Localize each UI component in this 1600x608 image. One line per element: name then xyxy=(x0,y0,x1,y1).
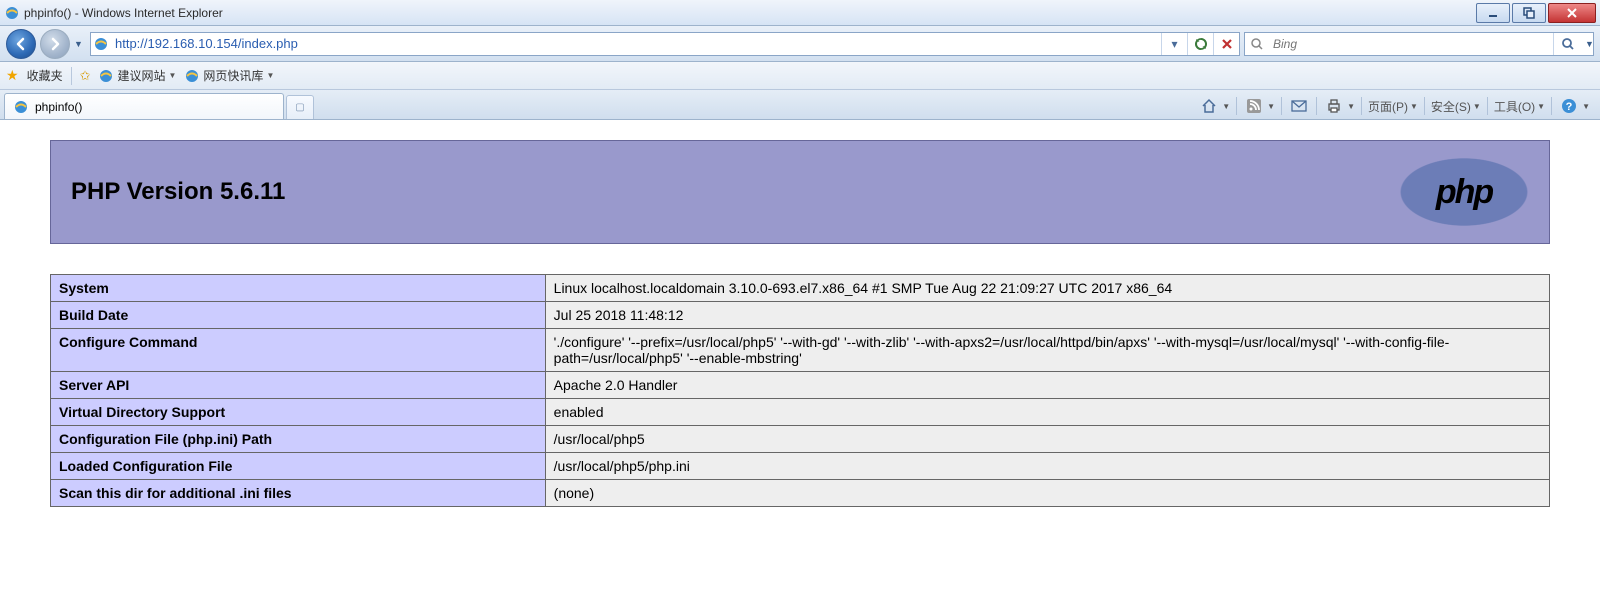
close-button[interactable] xyxy=(1548,3,1596,23)
new-tab-button[interactable]: ▢ xyxy=(286,95,314,119)
search-button[interactable] xyxy=(1553,33,1581,55)
chevron-down-icon: ▼ xyxy=(1473,102,1481,111)
window-titlebar: phpinfo() - Windows Internet Explorer xyxy=(0,0,1600,26)
safety-menu[interactable]: 安全(S) ▼ xyxy=(1431,98,1481,115)
safety-menu-label: 安全(S) xyxy=(1431,98,1471,115)
maximize-button[interactable] xyxy=(1512,3,1546,23)
navigation-bar: ▼ ▾ ▼ xyxy=(0,26,1600,62)
info-key: Server API xyxy=(51,372,546,399)
info-value: './configure' '--prefix=/usr/local/php5'… xyxy=(545,329,1549,372)
command-bar: ▼ ▼ ▼ 页面(P) ▼ 安全(S) ▼ 工具(O) ▼ ? xyxy=(1198,96,1596,119)
print-dropdown[interactable]: ▼ xyxy=(1347,102,1355,111)
tab-phpinfo[interactable]: phpinfo() xyxy=(4,93,284,119)
help-dropdown[interactable]: ▼ xyxy=(1582,102,1590,111)
page-icon xyxy=(91,36,111,52)
address-dropdown[interactable]: ▾ xyxy=(1161,33,1187,55)
info-value: /usr/local/php5 xyxy=(545,426,1549,453)
info-value: Linux localhost.localdomain 3.10.0-693.e… xyxy=(545,275,1549,302)
table-row: Virtual Directory Supportenabled xyxy=(51,399,1550,426)
info-value: (none) xyxy=(545,480,1549,507)
info-value: Apache 2.0 Handler xyxy=(545,372,1549,399)
add-favorite-icon[interactable]: ✩ xyxy=(80,68,91,84)
address-bar: ▾ xyxy=(90,32,1240,56)
forward-button[interactable] xyxy=(40,29,70,59)
window-title: phpinfo() - Windows Internet Explorer xyxy=(24,6,223,20)
home-dropdown[interactable]: ▼ xyxy=(1222,102,1230,111)
table-row: Loaded Configuration File/usr/local/php5… xyxy=(51,453,1550,480)
svg-text:?: ? xyxy=(1566,101,1573,113)
chevron-down-icon: ▼ xyxy=(266,71,274,80)
table-row: Configure Command'./configure' '--prefix… xyxy=(51,329,1550,372)
web-slice-label: 网页快讯库 xyxy=(203,67,263,84)
tools-menu[interactable]: 工具(O) ▼ xyxy=(1494,98,1545,115)
info-key: System xyxy=(51,275,546,302)
suggested-sites-label: 建议网站 xyxy=(117,67,165,84)
home-button[interactable] xyxy=(1198,96,1220,116)
info-key: Configuration File (php.ini) Path xyxy=(51,426,546,453)
page-menu[interactable]: 页面(P) ▼ xyxy=(1368,98,1418,115)
minimize-button[interactable] xyxy=(1476,3,1510,23)
suggested-sites-link[interactable]: 建议网站 ▼ xyxy=(98,67,176,84)
refresh-button[interactable] xyxy=(1187,33,1213,55)
favorites-bar: ★ 收藏夹 ✩ 建议网站 ▼ 网页快讯库 ▼ xyxy=(0,62,1600,90)
info-key: Loaded Configuration File xyxy=(51,453,546,480)
ie-icon xyxy=(4,5,20,21)
print-button[interactable] xyxy=(1323,96,1345,116)
info-value: Jul 25 2018 11:48:12 xyxy=(545,302,1549,329)
search-bar: ▼ xyxy=(1244,32,1594,56)
table-row: Scan this dir for additional .ini files(… xyxy=(51,480,1550,507)
url-input[interactable] xyxy=(111,34,1161,53)
page-menu-label: 页面(P) xyxy=(1368,98,1408,115)
php-logo-text: php xyxy=(1436,173,1492,212)
info-value: enabled xyxy=(545,399,1549,426)
info-key: Scan this dir for additional .ini files xyxy=(51,480,546,507)
info-key: Virtual Directory Support xyxy=(51,399,546,426)
mail-button[interactable] xyxy=(1288,97,1310,115)
rss-dropdown[interactable]: ▼ xyxy=(1267,102,1275,111)
back-button[interactable] xyxy=(6,29,36,59)
info-value: /usr/local/php5/php.ini xyxy=(545,453,1549,480)
chevron-down-icon: ▼ xyxy=(1537,102,1545,111)
page-viewport[interactable]: PHP Version 5.6.11 php SystemLinux local… xyxy=(0,120,1600,608)
table-row: Configuration File (php.ini) Path/usr/lo… xyxy=(51,426,1550,453)
stop-button[interactable] xyxy=(1213,33,1239,55)
favorites-label[interactable]: 收藏夹 xyxy=(27,67,63,84)
phpinfo-header: PHP Version 5.6.11 php xyxy=(50,140,1550,244)
info-key: Configure Command xyxy=(51,329,546,372)
table-row: SystemLinux localhost.localdomain 3.10.0… xyxy=(51,275,1550,302)
rss-button[interactable] xyxy=(1243,96,1265,116)
ie-icon xyxy=(13,99,29,115)
phpinfo-table: SystemLinux localhost.localdomain 3.10.0… xyxy=(50,274,1550,507)
info-key: Build Date xyxy=(51,302,546,329)
star-icon[interactable]: ★ xyxy=(6,67,19,84)
php-version-title: PHP Version 5.6.11 xyxy=(71,178,1399,206)
search-input[interactable] xyxy=(1269,35,1553,53)
tools-menu-label: 工具(O) xyxy=(1494,98,1535,115)
search-dropdown[interactable]: ▼ xyxy=(1581,39,1593,49)
chevron-down-icon: ▼ xyxy=(1410,102,1418,111)
phpinfo-page: PHP Version 5.6.11 php SystemLinux local… xyxy=(0,120,1600,527)
web-slice-link[interactable]: 网页快讯库 ▼ xyxy=(184,67,274,84)
php-logo: php xyxy=(1399,157,1529,227)
help-button[interactable]: ? xyxy=(1558,96,1580,116)
ie-icon xyxy=(184,68,200,84)
tab-bar: phpinfo() ▢ ▼ ▼ ▼ 页面(P) ▼ 安全(S) ▼ xyxy=(0,90,1600,120)
table-row: Server APIApache 2.0 Handler xyxy=(51,372,1550,399)
table-row: Build DateJul 25 2018 11:48:12 xyxy=(51,302,1550,329)
ie-icon xyxy=(98,68,114,84)
tab-title: phpinfo() xyxy=(35,100,82,114)
chevron-down-icon: ▼ xyxy=(169,71,177,80)
search-provider-icon[interactable] xyxy=(1245,37,1269,51)
history-dropdown[interactable]: ▼ xyxy=(74,39,86,49)
